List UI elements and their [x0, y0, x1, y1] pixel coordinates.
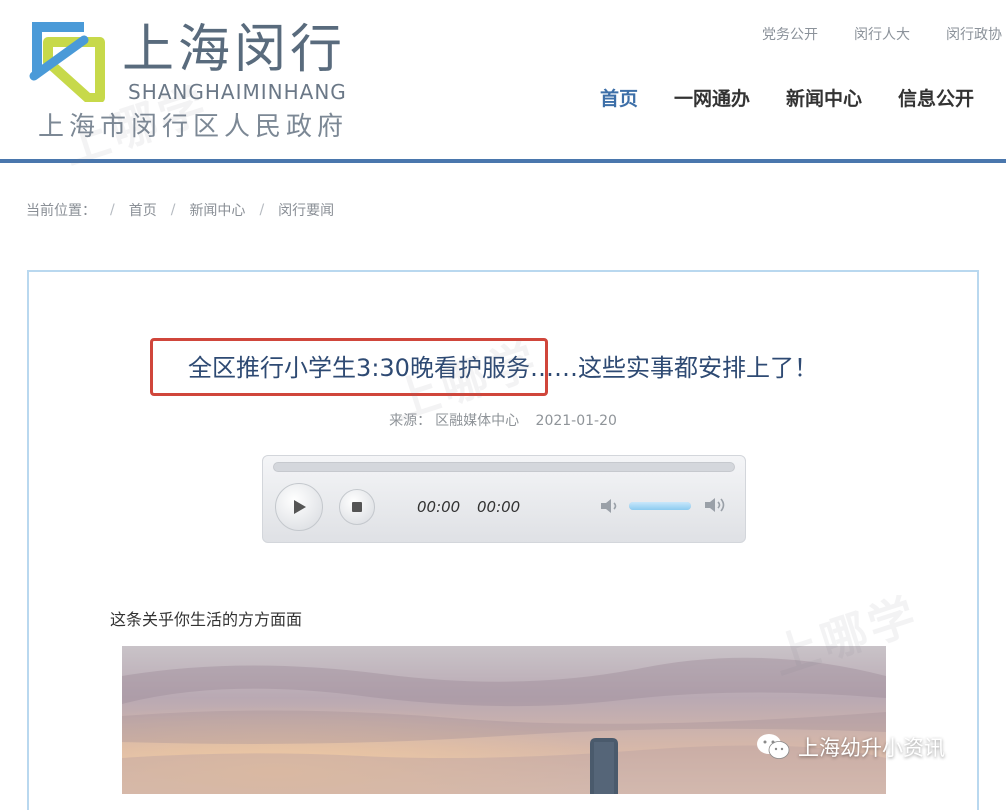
breadcrumb-separator: /: [170, 202, 176, 218]
logo-government-name: 上海市闵行区人民政府: [38, 112, 349, 142]
nav-item-one-stop-service[interactable]: 一网通办: [674, 84, 750, 111]
breadcrumb-news-center[interactable]: 新闻中心: [189, 200, 245, 220]
logo-title: 上海闵行: [122, 20, 347, 80]
volume-max-icon[interactable]: [703, 494, 729, 516]
wechat-account-tag: 上海幼升小资讯: [756, 732, 945, 762]
article-date: 2021-01-20: [535, 413, 617, 429]
audio-progress-bar[interactable]: [273, 462, 735, 472]
wechat-icon: [757, 734, 790, 759]
logo-subtitle-en: SHANGHAIMINHANG: [128, 80, 347, 104]
wechat-account-name: 上海幼升小资讯: [798, 736, 945, 760]
top-link-npc[interactable]: 闵行人大: [854, 24, 910, 44]
minhang-logo-icon[interactable]: [26, 18, 106, 102]
site-header: 上海闵行 SHANGHAIMINHANG 上海市闵行区人民政府 党务公开 闵行人…: [0, 0, 1006, 160]
volume-level: [629, 502, 691, 510]
article-source: 区融媒体中心: [435, 413, 520, 429]
top-link-party-affairs[interactable]: 党务公开: [762, 24, 818, 44]
main-nav: 首页 一网通办 新闻中心 信息公开: [600, 84, 974, 111]
breadcrumb-minhang-news[interactable]: 闵行要闻: [278, 200, 334, 220]
nav-item-news-center[interactable]: 新闻中心: [786, 84, 862, 111]
top-link-cppcc[interactable]: 闵行政协: [946, 24, 1002, 44]
play-icon: [294, 500, 306, 514]
header-divider: [0, 159, 1006, 163]
duration-time: 00:00: [477, 498, 521, 516]
breadcrumb: 当前位置： / 首页 / 新闻中心 / 闵行要闻: [26, 200, 334, 220]
breadcrumb-home[interactable]: 首页: [129, 200, 157, 220]
volume-slider[interactable]: [629, 502, 691, 510]
article-title: 全区推行小学生3:30晚看护服务……这些实事都安排上了！: [188, 354, 818, 382]
current-time: 00:00: [417, 498, 461, 516]
play-button[interactable]: [275, 483, 323, 531]
breadcrumb-label: 当前位置：: [26, 203, 96, 219]
stop-button[interactable]: [339, 489, 375, 525]
article-lead: 这条关乎你生活的方方面面: [110, 610, 303, 629]
top-links: 党务公开 闵行人大 闵行政协: [762, 24, 1002, 44]
breadcrumb-separator: /: [259, 202, 265, 218]
article-photo: [122, 646, 886, 794]
nav-item-info-disclosure[interactable]: 信息公开: [898, 84, 974, 111]
breadcrumb-separator: /: [110, 202, 115, 218]
article-meta: 来源： 区融媒体中心 2021-01-20: [0, 410, 1006, 430]
mute-icon[interactable]: [599, 496, 621, 516]
audio-player: 00:00 00:00: [262, 455, 746, 543]
stop-icon: [352, 502, 362, 512]
nav-item-home[interactable]: 首页: [600, 84, 638, 111]
source-label: 来源： 区融媒体中心: [389, 413, 520, 429]
